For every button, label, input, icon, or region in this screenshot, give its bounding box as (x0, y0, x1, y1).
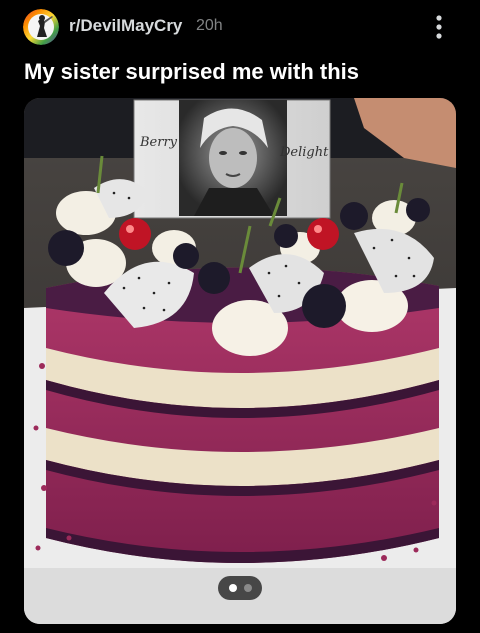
card-word-delight: Delight (279, 145, 329, 160)
carousel-indicator (218, 576, 262, 600)
post-title[interactable]: My sister surprised me with this (24, 58, 359, 86)
cake-photo: Berry Delight (24, 98, 456, 624)
more-options-button[interactable] (424, 10, 454, 44)
carousel-dot-1[interactable] (228, 584, 237, 592)
carousel-dot-2[interactable] (243, 584, 252, 592)
post-image[interactable]: Berry Delight (24, 98, 456, 624)
post-timestamp: 20h (196, 17, 223, 34)
subreddit-name[interactable]: r/DevilMayCry (69, 16, 182, 36)
more-options-icon (436, 15, 442, 39)
subreddit-avatar-icon[interactable] (23, 9, 59, 45)
reddit-post: r/DevilMayCry 20h My sister surprised me… (0, 0, 480, 633)
card-word-berry: Berry (139, 135, 178, 150)
post-header: r/DevilMayCry 20h (0, 0, 480, 54)
